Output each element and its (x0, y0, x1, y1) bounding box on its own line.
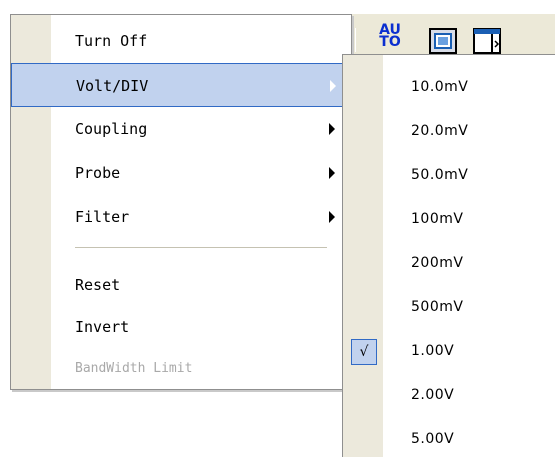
menu-item-label: Reset (75, 276, 121, 294)
submenu-item-label: 50.0mV (411, 167, 469, 183)
zoom-fit-icon (429, 28, 457, 54)
submenu-item-label: 10.0mV (411, 79, 469, 95)
submenu-item-5v[interactable]: 5.00V (343, 419, 555, 457)
menu-item-label: Turn Off (75, 32, 148, 50)
menu-item-turn-off[interactable]: Turn Off (11, 19, 351, 63)
submenu-item-label: 5.00V (411, 431, 455, 447)
submenu-item-2v[interactable]: 2.00V (343, 375, 555, 419)
zoom-fit-button[interactable] (426, 24, 460, 58)
checkmark-icon: √ (351, 339, 377, 365)
submenu-item-label: 500mV (411, 299, 464, 315)
submenu-item-500mv[interactable]: 500mV (343, 287, 555, 331)
menu-item-label: BandWidth Limit (75, 361, 193, 376)
auto-button[interactable]: AU TO (376, 23, 404, 58)
menu-item-label: Filter (75, 208, 130, 226)
submenu-arrow-icon (329, 123, 335, 135)
submenu-item-label: 100mV (411, 211, 464, 227)
submenu-item-label: 1.00V (411, 343, 455, 359)
menu-item-filter[interactable]: Filter (11, 195, 351, 239)
menu-item-bandwidth-limit: BandWidth Limit (11, 347, 351, 391)
screen: AU TO Turn Off Volt/DIV Coupling Probe F… (0, 0, 555, 457)
submenu-item-label: 2.00V (411, 387, 455, 403)
menu-item-label: Volt/DIV (76, 77, 149, 95)
window-button[interactable] (470, 24, 504, 58)
context-menu: Turn Off Volt/DIV Coupling Probe Filter … (10, 14, 352, 390)
submenu-arrow-icon (329, 167, 335, 179)
menu-separator (75, 247, 327, 248)
menu-item-label: Probe (75, 164, 121, 182)
menu-item-label: Coupling (75, 120, 148, 138)
submenu-arrow-icon (330, 80, 336, 92)
submenu-item-10mv[interactable]: 10.0mV (343, 67, 555, 111)
menu-item-reset[interactable]: Reset (11, 263, 351, 307)
window-split-icon (473, 28, 501, 54)
auto-label-line2: TO (379, 34, 401, 50)
submenu-item-100mv[interactable]: 100mV (343, 199, 555, 243)
volt-div-submenu: 10.0mV 20.0mV 50.0mV 100mV 200mV 500mV √… (342, 54, 555, 457)
submenu-item-50mv[interactable]: 50.0mV (343, 155, 555, 199)
menu-item-invert[interactable]: Invert (11, 305, 351, 349)
submenu-item-20mv[interactable]: 20.0mV (343, 111, 555, 155)
toolbar-separator (352, 28, 356, 52)
submenu-arrow-icon (329, 211, 335, 223)
menu-item-coupling[interactable]: Coupling (11, 107, 351, 151)
submenu-item-200mv[interactable]: 200mV (343, 243, 555, 287)
submenu-item-1v[interactable]: √ 1.00V (343, 331, 555, 375)
menu-item-label: Invert (75, 318, 130, 336)
submenu-item-label: 20.0mV (411, 123, 469, 139)
menu-item-probe[interactable]: Probe (11, 151, 351, 195)
submenu-item-label: 200mV (411, 255, 464, 271)
menu-item-volt-div[interactable]: Volt/DIV (11, 63, 351, 107)
